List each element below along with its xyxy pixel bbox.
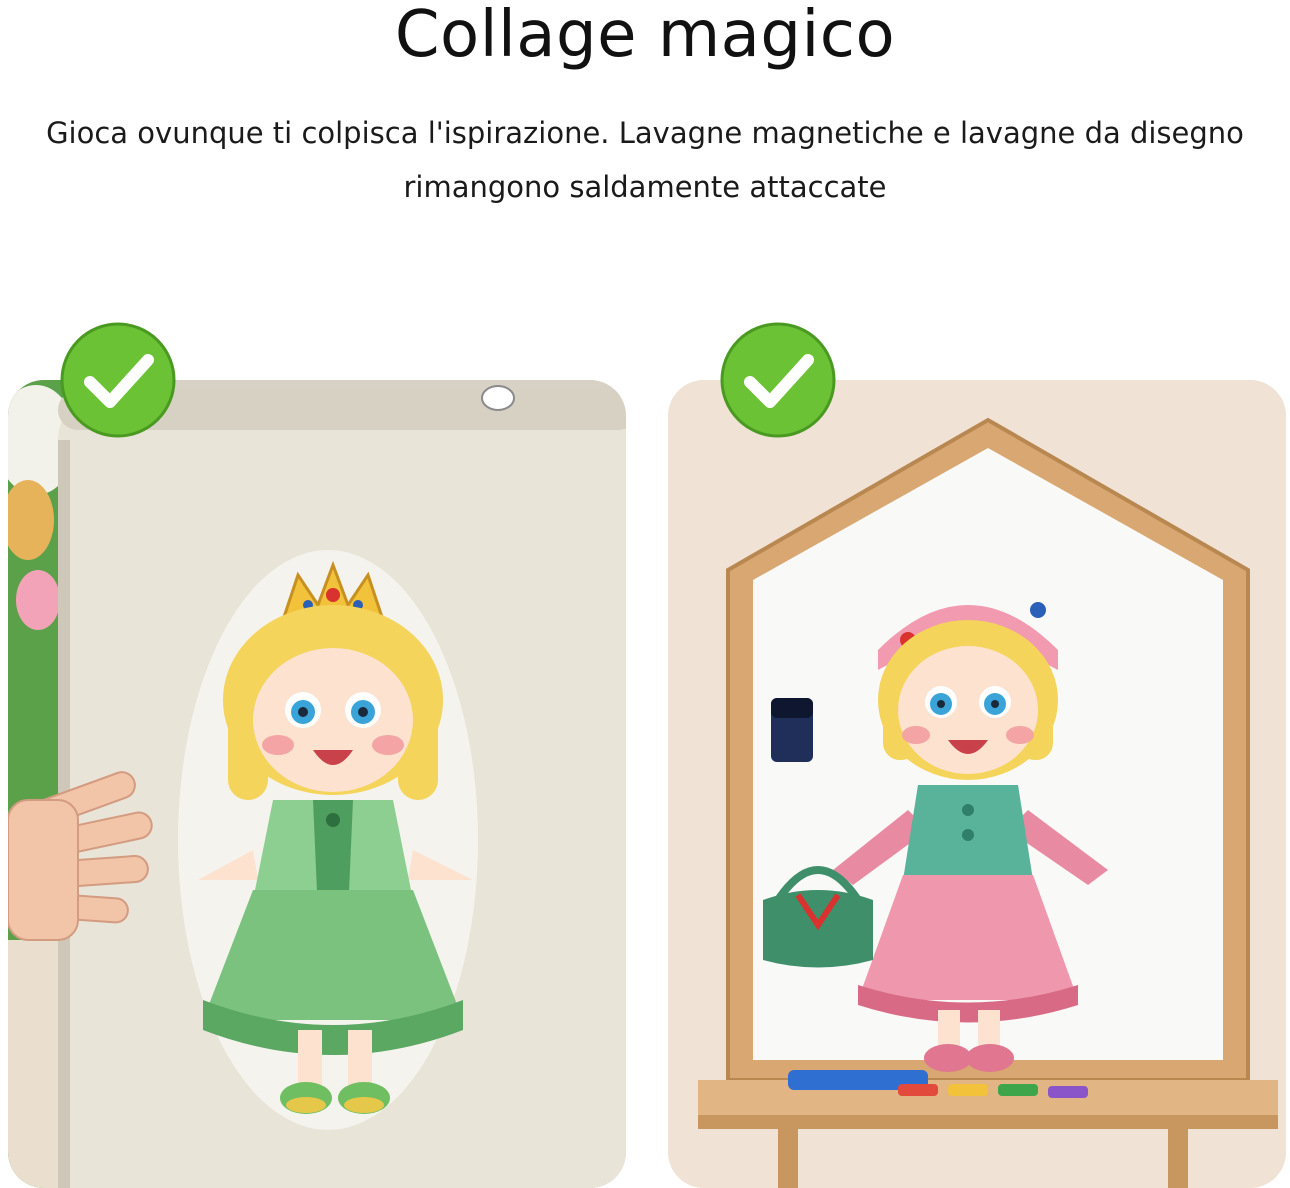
- green-check-icon: [720, 322, 836, 438]
- page-subtitle: Gioca ovunque ti colpisca l'ispirazione.…: [40, 106, 1250, 214]
- green-check-icon: [60, 322, 176, 438]
- easel-scene-illustration: [668, 380, 1286, 1188]
- easel-scene-panel: [668, 380, 1286, 1188]
- fridge-scene-panel: [8, 380, 626, 1188]
- check-badge-right: [720, 322, 836, 438]
- check-badge-left: [60, 322, 176, 438]
- subtitle-line-2: rimangono saldamente attaccate: [403, 170, 887, 204]
- page-title: Collage magico: [394, 0, 896, 72]
- fridge-scene-illustration: [8, 380, 626, 1188]
- subtitle-line-1: Gioca ovunque ti colpisca l'ispirazione.…: [46, 116, 1244, 150]
